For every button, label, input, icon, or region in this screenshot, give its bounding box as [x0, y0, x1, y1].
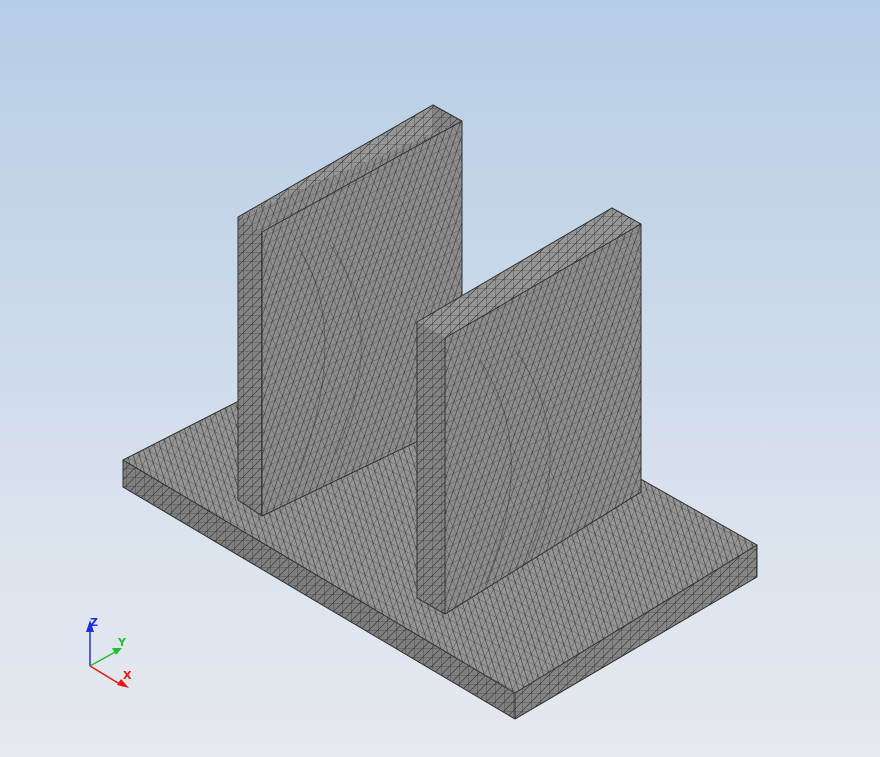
mesh-scene[interactable]: Z Y X — [0, 0, 880, 757]
x-axis-line — [89, 665, 124, 687]
y-axis-label: Y — [117, 636, 127, 649]
z-axis-label: Z — [90, 616, 98, 629]
x-axis-label: X — [123, 669, 132, 682]
axis-triad: Z Y X — [86, 616, 132, 688]
graphics-viewport[interactable]: Z Y X — [0, 0, 880, 757]
y-axis-line — [89, 650, 118, 667]
y-axis-arrow-icon — [112, 648, 122, 655]
